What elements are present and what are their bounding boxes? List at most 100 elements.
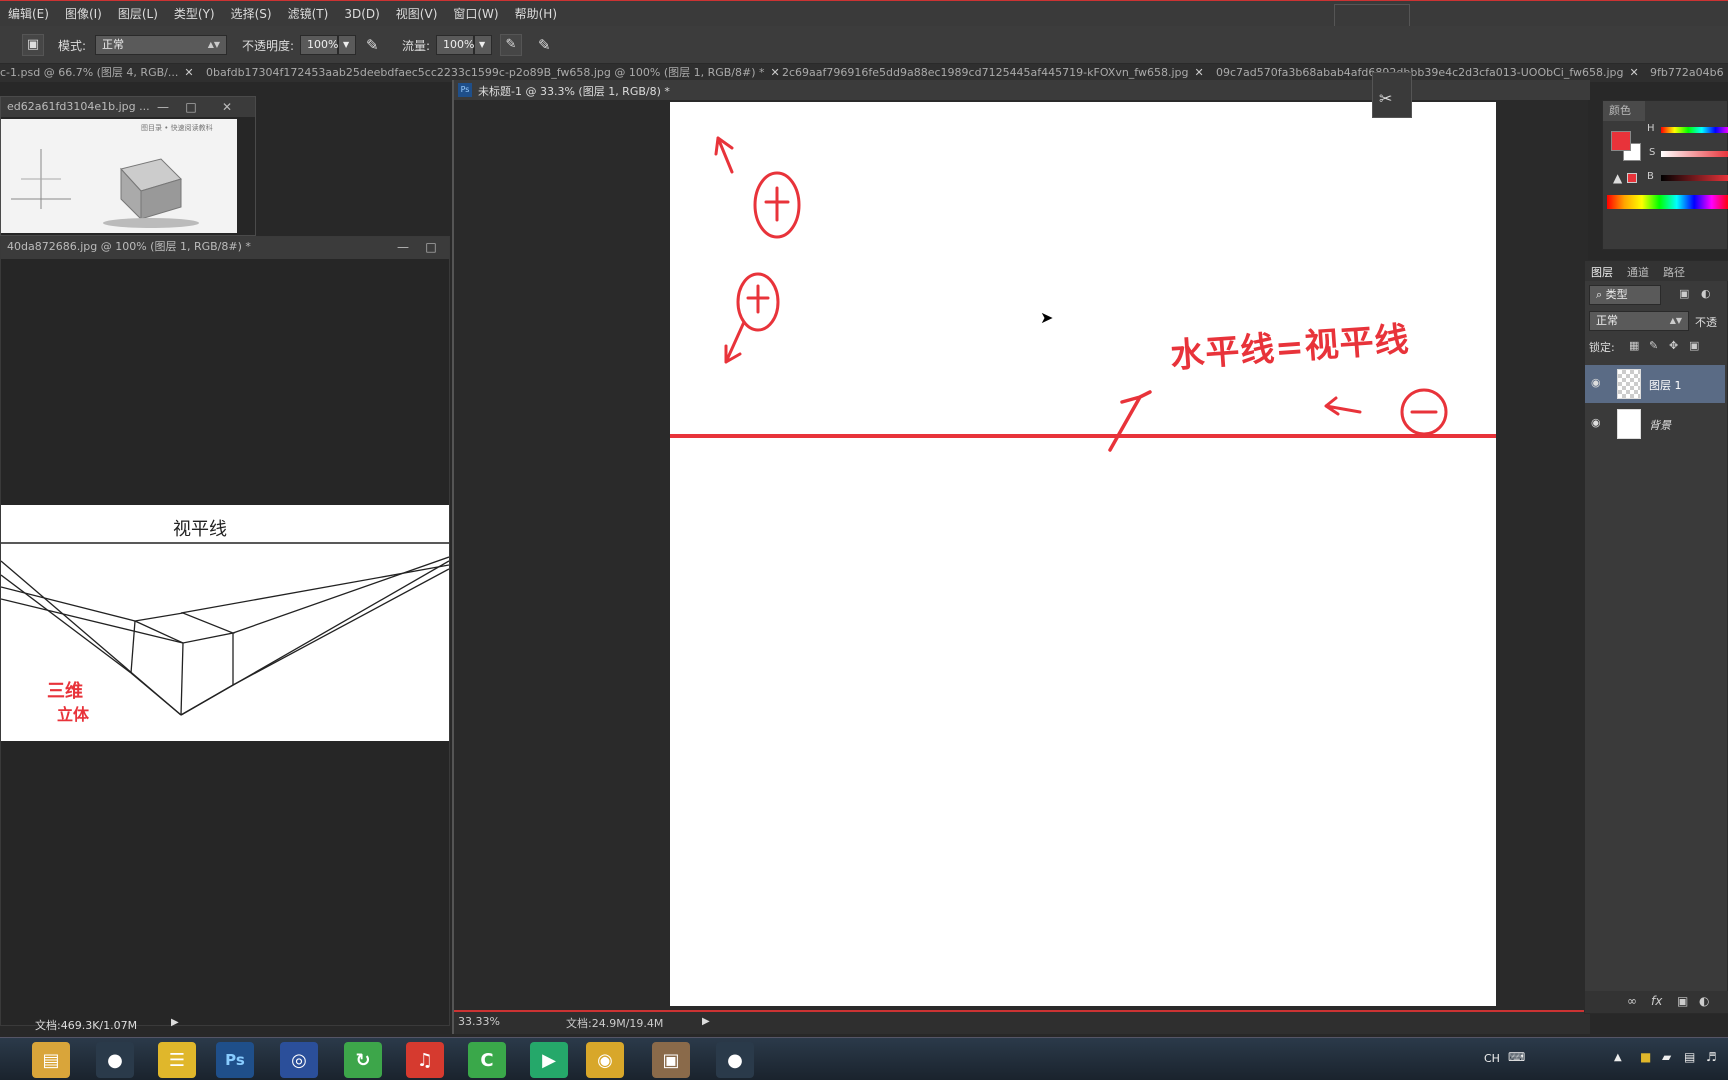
menu-view[interactable]: 视图(V) [388, 5, 446, 22]
window-title[interactable]: ed62a61fd3104e1b.jpg ... [1, 97, 255, 117]
filter-adjust-icon[interactable]: ◐ [1701, 287, 1711, 300]
play-arrow-icon[interactable]: ▶ [702, 1016, 710, 1027]
maximize-icon[interactable]: □ [423, 239, 439, 255]
zoom-level[interactable]: 33.33% [458, 1015, 500, 1028]
close-icon[interactable]: ✕ [1630, 66, 1639, 79]
minimize-icon[interactable]: — [155, 99, 171, 115]
menu-layer[interactable]: 图层(L) [110, 5, 166, 22]
eye-icon[interactable]: ◉ [1591, 376, 1601, 389]
tab-label: 2c69aaf796916fe5dd9a88ec1989cd7125445af4… [782, 66, 1189, 79]
minimize-icon[interactable]: — [395, 239, 411, 255]
tab-doc-5[interactable]: 9fb772a04b6 [1650, 64, 1724, 82]
menu-type[interactable]: 类型(Y) [166, 5, 223, 22]
airbrush-icon[interactable]: ✎ [500, 34, 522, 56]
annotation-3d: 三维 [47, 681, 83, 702]
tray-network-icon[interactable]: ▤ [1684, 1050, 1695, 1064]
lock-paint-icon[interactable]: ✎ [1649, 339, 1658, 352]
color-panel: 颜色 H S ▲ B [1602, 100, 1728, 250]
opacity-label: 不透明度: [242, 39, 295, 53]
explorer-icon[interactable]: ▤ [32, 1042, 70, 1078]
close-icon[interactable]: ✕ [1195, 66, 1204, 79]
netease-music-icon[interactable]: ♫ [406, 1042, 444, 1078]
tab-paths[interactable]: 路径 [1657, 264, 1691, 280]
maximize-icon[interactable]: □ [183, 99, 199, 115]
adjustment-icon[interactable]: ◐ [1699, 994, 1709, 1008]
layer-filter-select[interactable]: ⌕ 类型 [1589, 285, 1661, 305]
keyboard-icon[interactable]: ⌨ [1508, 1050, 1525, 1064]
eye-icon[interactable]: ◉ [1591, 416, 1601, 429]
window-title[interactable]: 40da872686.jpg @ 100% (图层 1, RGB/8#) * [1, 237, 449, 259]
close-icon[interactable]: ✕ [771, 66, 780, 79]
tray-app-icon[interactable]: ■ [1640, 1050, 1651, 1064]
menu-3d[interactable]: 3D(D) [336, 7, 387, 21]
flow-input[interactable]: 100% [436, 35, 474, 55]
notes-icon[interactable]: ☰ [158, 1042, 196, 1078]
fx-icon[interactable]: fx [1651, 994, 1662, 1008]
color-panel-tab[interactable]: 颜色 [1603, 101, 1645, 121]
lock-transparent-icon[interactable]: ▦ [1629, 339, 1639, 352]
tray-expand-icon[interactable]: ▲ [1614, 1052, 1622, 1063]
link-layers-icon[interactable]: ∞ [1627, 994, 1637, 1008]
main-doc-titlebar[interactable]: Ps 未标题-1 @ 33.3% (图层 1, RGB/8) * [454, 80, 1590, 100]
mode-label: 模式: [58, 39, 87, 53]
tab-doc-1[interactable]: c-1.psd @ 66.7% (图层 4, RGB/... ✕ [0, 64, 194, 82]
layers-panel-tabs: 图层 通道 路径 [1585, 261, 1728, 281]
menu-filter[interactable]: 滤镜(T) [280, 5, 337, 22]
hue-slider[interactable] [1661, 127, 1728, 133]
brightness-slider[interactable] [1661, 175, 1728, 181]
mask-icon[interactable]: ▣ [1677, 994, 1688, 1008]
blend-mode-select[interactable]: 正常 ▲▼ [1589, 311, 1689, 331]
lock-all-icon[interactable]: ▣ [1689, 339, 1699, 352]
mode-value: 正常 [102, 38, 124, 51]
canvas[interactable]: 水平线=视平线 [670, 102, 1496, 1006]
saturation-slider[interactable] [1661, 151, 1728, 157]
main-doc-title: 未标题-1 @ 33.3% (图层 1, RGB/8) * [478, 85, 670, 98]
pressure-opacity-icon[interactable]: ✎ [366, 36, 379, 54]
brightness-label: B [1647, 171, 1654, 182]
tray-usb-icon[interactable]: ▰ [1662, 1050, 1671, 1064]
qq2-icon[interactable]: ● [716, 1042, 754, 1078]
tray-language[interactable]: CH [1484, 1052, 1500, 1065]
filter-value: 类型 [1605, 288, 1628, 301]
pressure-size-icon[interactable]: ✎ [538, 36, 551, 54]
wechat-icon[interactable]: ◉ [586, 1042, 624, 1078]
mode-select[interactable]: 正常 ▲▼ [95, 35, 227, 55]
close-icon[interactable]: ✕ [219, 99, 235, 115]
browser-icon[interactable]: ◎ [280, 1042, 318, 1078]
menu-select[interactable]: 选择(S) [223, 5, 280, 22]
iqiyi-icon[interactable]: ▶ [530, 1042, 568, 1078]
filter-image-icon[interactable]: ▣ [1679, 287, 1689, 300]
360-icon[interactable]: ↻ [344, 1042, 382, 1078]
brush-preset-icon[interactable]: ▣ [22, 34, 44, 56]
web-color-swatch[interactable] [1627, 173, 1637, 183]
blend-value: 正常 [1596, 314, 1618, 327]
tab-layers[interactable]: 图层 [1585, 264, 1619, 280]
color-spectrum[interactable] [1607, 195, 1728, 209]
close-icon[interactable]: ✕ [184, 66, 193, 79]
main-document-window: Ps 未标题-1 @ 33.3% (图层 1, RGB/8) * 水平线=视平线… [452, 72, 1590, 1034]
opacity-input[interactable]: 100% [300, 35, 338, 55]
alert-icon: ▲ [1613, 171, 1623, 185]
qq-icon[interactable]: ● [96, 1042, 134, 1078]
tool-preset-icon[interactable]: ✂ [1379, 89, 1392, 108]
menu-help[interactable]: 帮助(H) [507, 5, 565, 22]
menu-edit[interactable]: 编辑(E) [0, 5, 57, 22]
photoshop-icon[interactable]: Ps [216, 1042, 254, 1078]
tab-channels[interactable]: 通道 [1621, 264, 1655, 280]
lock-move-icon[interactable]: ✥ [1669, 339, 1678, 352]
photo-icon[interactable]: ▣ [652, 1042, 690, 1078]
layer-row-background[interactable]: ◉ 背景 [1585, 405, 1725, 443]
foreground-color-swatch[interactable] [1611, 131, 1631, 151]
tab-label: 9fb772a04b6 [1650, 66, 1724, 79]
opacity-dropdown[interactable]: ▼ [338, 35, 356, 55]
annotation-solid: 立体 [57, 705, 90, 724]
play-arrow-icon[interactable]: ▶ [171, 1017, 179, 1028]
camtasia-icon[interactable]: C [468, 1042, 506, 1078]
menu-image[interactable]: 图像(I) [57, 5, 110, 22]
color-panel-title: 颜色 [1609, 104, 1631, 117]
layer-row-layer1[interactable]: ◉ 图层 1 [1585, 365, 1725, 403]
menu-window[interactable]: 窗口(W) [445, 5, 506, 22]
tray-volume-icon[interactable]: ♬ [1706, 1050, 1717, 1064]
menu-bar: 编辑(E) 图像(I) 图层(L) 类型(Y) 选择(S) 滤镜(T) 3D(D… [0, 0, 1728, 26]
flow-dropdown[interactable]: ▼ [474, 35, 492, 55]
